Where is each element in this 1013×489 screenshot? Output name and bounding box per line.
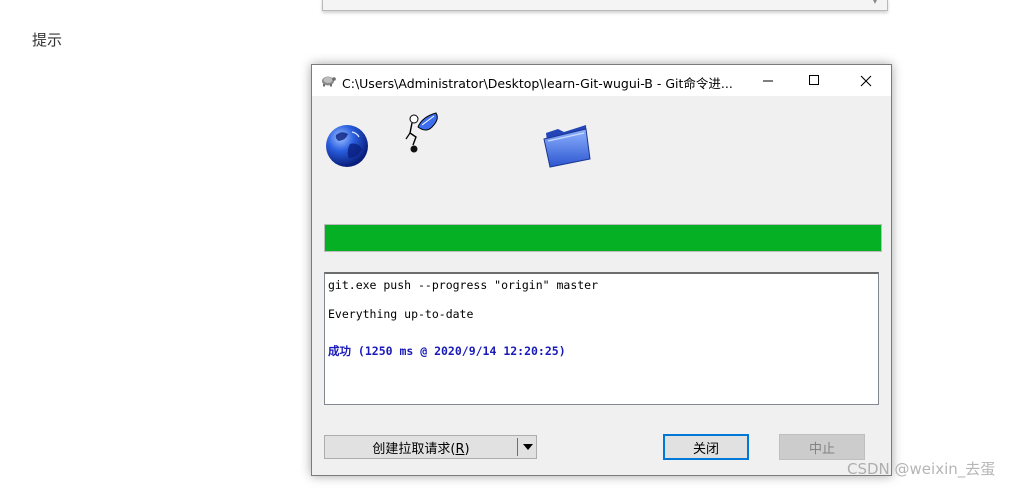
create-pull-request-label: 创建拉取请求(R) [372, 438, 469, 457]
watermark: CSDN @weixin_去蛋 [847, 460, 996, 478]
previous-window-fragment: ▾ [322, 0, 888, 11]
abort-button[interactable]: 中止 [779, 434, 865, 460]
tortoise-git-icon [322, 76, 336, 87]
output-log[interactable]: git.exe push --progress "origin" master … [324, 272, 879, 405]
pull-request-label-suffix: ) [464, 441, 470, 457]
progress-bar-fill [325, 225, 881, 251]
minimize-icon [762, 80, 773, 82]
pull-request-dropdown-button[interactable] [520, 436, 536, 458]
pull-request-label-prefix: 创建拉取请求( [372, 441, 456, 457]
scroll-down-arrow-icon[interactable]: ▾ [869, 0, 881, 7]
split-button-divider [517, 438, 518, 456]
globe-icon [326, 125, 368, 167]
log-line-command: git.exe push --progress "origin" master [328, 278, 599, 292]
folder-icon [543, 125, 591, 168]
create-pull-request-button[interactable]: 创建拉取请求(R) [325, 436, 517, 458]
git-command-progress-dialog: C:\Users\Administrator\Desktop\learn-Git… [311, 64, 892, 476]
close-button[interactable]: 关闭 [663, 434, 749, 460]
pull-request-hotkey: R [455, 441, 465, 457]
log-line-result: Everything up-to-date [328, 307, 474, 321]
close-icon [860, 75, 872, 86]
create-pull-request-split-button: 创建拉取请求(R) [324, 435, 537, 459]
maximize-icon [808, 75, 819, 85]
close-window-button[interactable] [843, 65, 889, 96]
title-bar[interactable]: C:\Users\Administrator\Desktop\learn-Git… [312, 65, 891, 96]
minimize-button[interactable] [745, 65, 791, 96]
log-line-success: 成功 (1250 ms @ 2020/9/14 12:20:25) [328, 344, 566, 358]
window-title: C:\Users\Administrator\Desktop\learn-Git… [342, 76, 733, 91]
progress-bar [324, 224, 882, 252]
flying-figure-icon [405, 112, 438, 153]
dropdown-arrow-icon [523, 444, 533, 450]
maximize-button[interactable] [791, 65, 837, 96]
hint-label: 提示 [32, 31, 63, 49]
